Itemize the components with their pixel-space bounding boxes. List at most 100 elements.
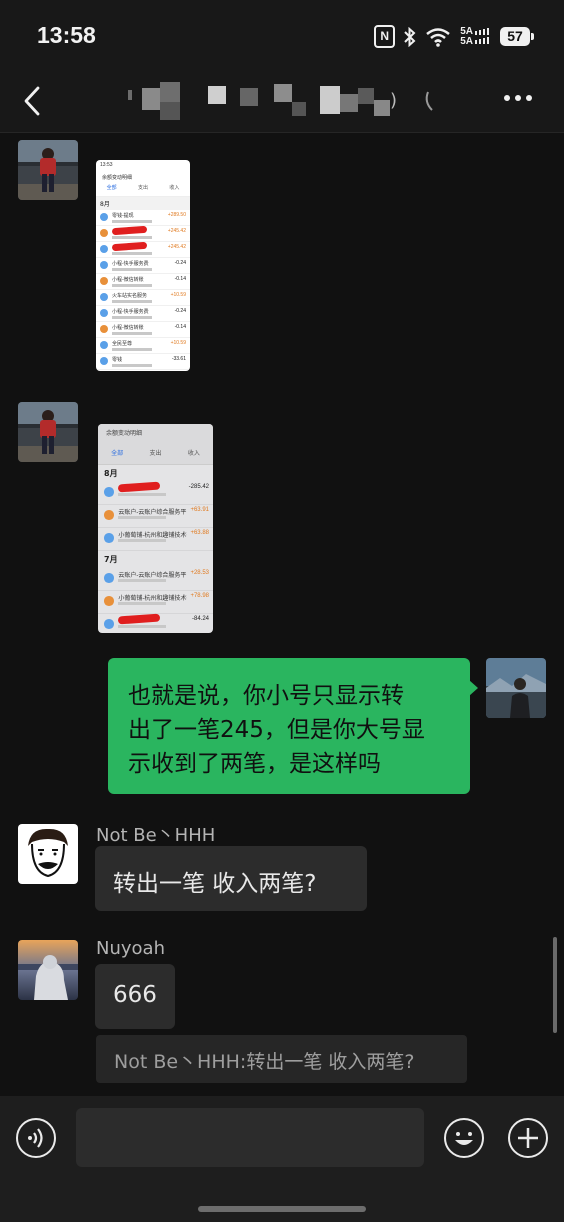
- avatar-contact-a[interactable]: [18, 140, 78, 200]
- transaction-amount: -0.24: [174, 260, 186, 266]
- screenshot-row: +245.42: [96, 225, 190, 242]
- redaction-mark: [111, 225, 148, 235]
- signal-icon: 5A 5A: [460, 25, 491, 47]
- transaction-amount: +289.50: [167, 212, 186, 218]
- transaction-icon: [100, 245, 108, 253]
- transaction-label: 火车站实名服务: [112, 293, 148, 299]
- voice-button[interactable]: [16, 1118, 56, 1158]
- screenshot-row: 小葡萄铺-杭州和趣铺技术有限...+78.98: [98, 591, 213, 614]
- transaction-icon: [100, 341, 108, 349]
- transaction-amount: +245.42: [167, 244, 186, 250]
- transaction-meta: [112, 300, 152, 303]
- transaction-meta: [118, 602, 167, 605]
- screenshot-row: 全民至尊 +10.59: [96, 338, 190, 354]
- transaction-label: 零钱: [112, 357, 123, 363]
- screenshot-row: 小程-微信转账 -0.14: [96, 322, 190, 338]
- redaction-mark: [111, 241, 148, 251]
- status-icons: N 5A 5A 57: [374, 25, 534, 48]
- transaction-icon: [100, 309, 108, 317]
- sender-name: Nuyoah: [96, 938, 165, 959]
- transaction-label: 小葡萄铺-杭州和趣铺技术有限...: [118, 533, 187, 539]
- image-message-2[interactable]: 余额变动明细 全部 支出 收入 8月 -285.42 云账户-云账户综合服务平台 +…: [98, 424, 213, 633]
- transaction-label: 小程-快手服务费: [112, 261, 149, 267]
- transaction-label: 小程-微信转账: [112, 277, 144, 283]
- transaction-icon: [100, 357, 108, 365]
- more-dots-icon[interactable]: [504, 86, 538, 110]
- network-type-1: 5A: [460, 25, 473, 37]
- screenshot1-tab: 收入: [169, 185, 180, 191]
- message-input[interactable]: [76, 1108, 424, 1167]
- transaction-icon: [104, 510, 114, 520]
- transaction-icon: [100, 293, 108, 301]
- screenshot-row: 火车站实名服务 +10.59: [96, 290, 190, 306]
- outgoing-message-line: 示收到了两笔，是这样吗: [128, 751, 381, 777]
- avatar-nuyoah[interactable]: [18, 940, 78, 1000]
- incoming-message-bubble[interactable]: 转出一笔 收入两笔?: [95, 846, 367, 911]
- transaction-icon: [104, 596, 114, 606]
- wifi-icon: [426, 27, 450, 47]
- voice-icon: [28, 1128, 43, 1148]
- chevron-left-icon[interactable]: [20, 84, 46, 118]
- home-indicator[interactable]: [198, 1206, 366, 1212]
- transaction-meta: [112, 332, 152, 335]
- avatar-contact-a[interactable]: [18, 402, 78, 462]
- transaction-icon: [100, 261, 108, 269]
- avatar-self[interactable]: [486, 658, 546, 718]
- transaction-label: 全民至尊: [112, 341, 133, 347]
- transaction-icon: [104, 533, 114, 543]
- transaction-meta: [112, 220, 152, 223]
- transaction-amount: -84.24: [191, 616, 209, 622]
- transaction-meta: [118, 539, 167, 542]
- incoming-message-text: 转出一笔 收入两笔?: [113, 871, 317, 897]
- redaction-mark: [118, 481, 161, 493]
- transaction-icon: [100, 213, 108, 221]
- input-bar: [0, 1096, 564, 1222]
- transaction-amount: -285.42: [188, 484, 209, 490]
- outgoing-message-bubble[interactable]: 也就是说，你小号只显示转 出了一笔245，但是你大号显 示收到了两笔，是这样吗: [108, 658, 470, 794]
- emoji-button[interactable]: [444, 1118, 484, 1158]
- chat-header: ): [0, 70, 564, 133]
- outgoing-message-line: 出了一笔245，但是你大号显: [128, 717, 425, 743]
- incoming-message-bubble[interactable]: 666: [95, 964, 175, 1029]
- screenshot-row: 云账户-云账户综合服务平台 +28.53: [98, 568, 213, 591]
- transaction-amount: -0.14: [174, 276, 186, 282]
- screenshot2-tab: 全部: [111, 450, 124, 457]
- bubble-tail: [469, 680, 478, 696]
- screenshot-row: 云账户-云账户综合服务平台 +63.91: [98, 505, 213, 528]
- transaction-amount: +63.91: [190, 507, 209, 513]
- transaction-meta: [112, 284, 152, 287]
- transaction-amount: -33.61: [171, 356, 186, 362]
- transaction-icon: [100, 229, 108, 237]
- screenshot2-rows: 云账户-云账户综合服务平台+28.53小葡萄铺-杭州和趣铺技术有限...+78.…: [98, 568, 213, 633]
- quoted-message[interactable]: Not Be丶HHH:转出一笔 收入两笔?: [96, 1035, 467, 1083]
- outgoing-message-line: 也就是说，你小号只显示转: [128, 683, 404, 709]
- emoji-icon: [455, 1132, 473, 1145]
- image-message-1[interactable]: 13:53 余额变动明细 全部 支出 收入 8月 零钱-提现 +289.50 +24…: [96, 160, 190, 371]
- transaction-amount: +10.59: [170, 340, 186, 346]
- transaction-icon: [104, 619, 114, 629]
- avatar-not-be-hhh[interactable]: [18, 824, 78, 884]
- transaction-label: 云账户-云账户综合服务平台: [118, 573, 188, 579]
- transaction-meta: [112, 252, 152, 255]
- transaction-meta: [118, 516, 167, 519]
- transaction-meta: [112, 268, 152, 271]
- screenshot2-tab: 支出: [149, 450, 162, 457]
- transaction-meta: [112, 364, 152, 367]
- network-type-2: 5A: [460, 35, 473, 47]
- screenshot-row: -285.42: [98, 481, 213, 505]
- chat-title-pixelated: ): [128, 82, 433, 120]
- screenshot-row: 小程-微信转账 -0.14: [96, 274, 190, 290]
- bluetooth-icon: [404, 26, 416, 47]
- transaction-icon: [104, 487, 114, 497]
- plus-button[interactable]: [508, 1118, 548, 1158]
- screenshot-row: 小程-快手服务费 -0.24: [96, 258, 190, 274]
- transaction-amount: +28.53: [190, 570, 209, 576]
- status-bar: 13:58 N 5A 5A 57: [0, 0, 564, 70]
- battery-icon: 57: [500, 27, 534, 46]
- screenshot-row: 小葡萄铺-杭州和趣铺技术有限...+63.88: [98, 528, 213, 551]
- quoted-message-text: Not Be丶HHH:转出一笔 收入两笔?: [114, 1051, 415, 1073]
- transaction-amount: -0.24: [174, 308, 186, 314]
- chat-scrollbar[interactable]: [553, 937, 557, 1033]
- incoming-message-text: 666: [113, 982, 157, 1008]
- transaction-amount: -0.14: [174, 324, 186, 330]
